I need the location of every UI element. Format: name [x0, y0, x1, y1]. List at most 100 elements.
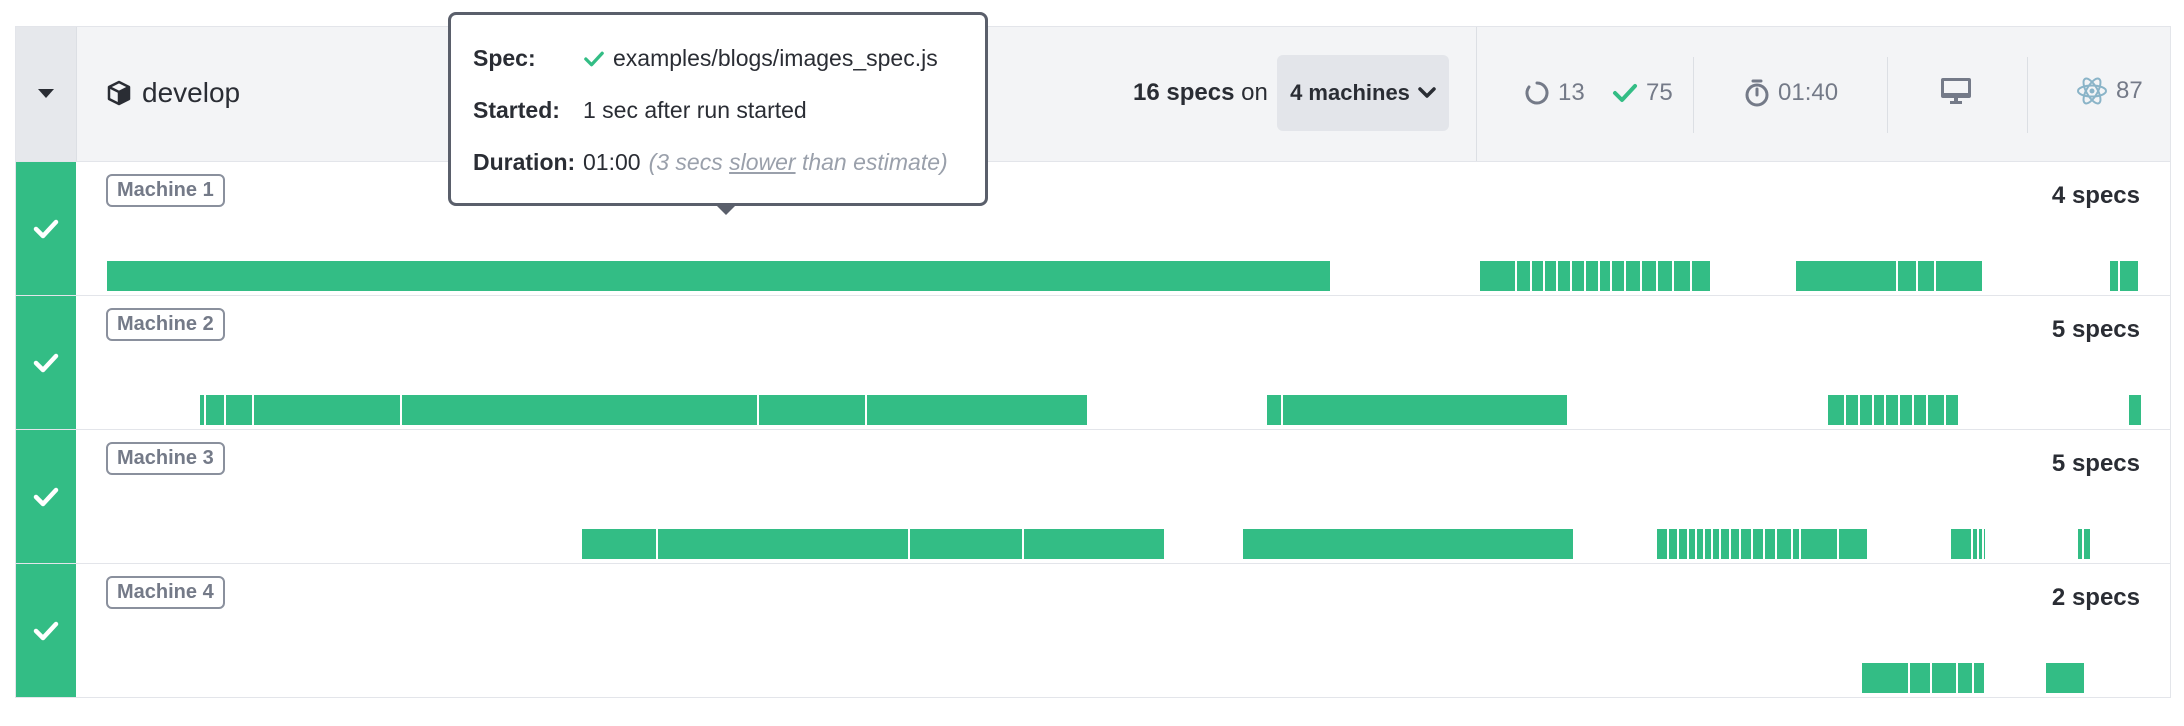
- spec-separator: [1530, 261, 1532, 291]
- spec-bar[interactable]: [1267, 395, 1567, 425]
- spec-separator: [1898, 395, 1900, 425]
- machine-status: [16, 564, 76, 697]
- spec-separator: [1656, 261, 1658, 291]
- collapse-toggle[interactable]: [16, 27, 77, 161]
- tooltip-duration-value: 01:00: [583, 149, 641, 175]
- spec-separator: [1598, 261, 1600, 291]
- spec-separator: [1703, 529, 1705, 559]
- spec-separator: [1844, 395, 1846, 425]
- machine-row-1: Machine 1 4 specs: [16, 162, 2170, 296]
- browser-stat[interactable]: 87: [2076, 75, 2143, 107]
- tooltip-started-value: 1 sec after run started: [583, 97, 807, 123]
- spec-separator: [1791, 529, 1793, 559]
- run-header: develop 16 specs on 4 machines 13 75 01:…: [16, 27, 2170, 162]
- spec-separator: [1977, 529, 1979, 559]
- spec-bar[interactable]: [1796, 261, 1982, 291]
- spec-bar[interactable]: [200, 395, 1087, 425]
- tooltip-spec-row: Spec: examples/blogs/images_spec.js: [473, 45, 938, 72]
- spec-tooltip: Spec: examples/blogs/images_spec.js Star…: [448, 12, 988, 215]
- spec-separator: [1677, 529, 1679, 559]
- stat-divider: [1693, 57, 1694, 133]
- spec-separator: [1570, 261, 1572, 291]
- spec-separator: [2118, 261, 2120, 291]
- spec-separator: [1695, 529, 1697, 559]
- check-icon: [33, 219, 59, 238]
- spec-separator: [1640, 261, 1642, 291]
- spec-separator: [1719, 529, 1721, 559]
- stat-divider: [1887, 57, 1888, 133]
- tooltip-duration-note: (3 secs slower than estimate): [649, 149, 948, 176]
- machine-spec-count: 4 specs: [2051, 182, 2140, 209]
- run-timeline-panel: develop 16 specs on 4 machines 13 75 01:…: [15, 26, 2171, 698]
- header-divider: [1476, 27, 1477, 161]
- spec-bar[interactable]: [1828, 395, 1958, 425]
- spec-separator: [1690, 261, 1692, 291]
- electron-count: 87: [2116, 77, 2143, 104]
- spec-separator: [1944, 395, 1946, 425]
- note-suffix: than estimate): [795, 149, 948, 175]
- machine-spec-count: 5 specs: [2051, 450, 2140, 477]
- machine-label: Machine 2: [106, 308, 225, 341]
- spec-bar[interactable]: [582, 529, 1164, 559]
- spec-bar[interactable]: [2129, 395, 2141, 425]
- machine-status: [16, 162, 76, 295]
- spec-separator: [1858, 395, 1860, 425]
- tooltip-started-key: Started:: [473, 97, 560, 123]
- stopwatch-icon: [1745, 79, 1769, 107]
- machine-label: Machine 3: [106, 442, 225, 475]
- spec-separator: [252, 395, 254, 425]
- pending-count: 13: [1558, 79, 1585, 106]
- spec-count-text: 16 specs: [1133, 79, 1235, 106]
- spec-separator: [656, 529, 658, 559]
- stat-divider: [2027, 57, 2028, 133]
- spec-separator: [1775, 529, 1777, 559]
- spec-separator: [1799, 529, 1801, 559]
- spec-summary: 16 specs on: [1133, 79, 1268, 107]
- spec-bar[interactable]: [1657, 529, 1867, 559]
- machine-row-2: Machine 2 5 specs: [16, 296, 2170, 430]
- spec-on-text: on: [1241, 79, 1268, 106]
- spec-separator: [1610, 261, 1612, 291]
- spec-bar[interactable]: [2078, 529, 2090, 559]
- spec-separator: [1971, 529, 1973, 559]
- machine-spec-count: 5 specs: [2051, 316, 2140, 343]
- machine-status: [16, 296, 76, 429]
- spec-separator: [1543, 261, 1545, 291]
- spec-bar[interactable]: [1480, 261, 1710, 291]
- spec-separator: [1711, 529, 1713, 559]
- spec-bar[interactable]: [2046, 663, 2084, 693]
- spec-separator: [1896, 261, 1898, 291]
- spec-separator: [1763, 529, 1765, 559]
- machine-status: [16, 430, 76, 563]
- spec-separator: [1908, 663, 1910, 693]
- check-icon: [33, 621, 59, 640]
- spec-separator: [1667, 529, 1669, 559]
- branch-label: develop: [142, 77, 241, 108]
- pending-icon: [1525, 81, 1549, 105]
- tooltip-duration-row: Duration: 01:00 (3 secs slower than esti…: [473, 149, 948, 176]
- branch-name[interactable]: develop: [106, 77, 240, 109]
- machine-row-3: Machine 3 5 specs: [16, 430, 2170, 564]
- tooltip-duration-key: Duration:: [473, 149, 576, 175]
- check-icon: [584, 51, 604, 66]
- machines-dropdown-button[interactable]: 4 machines: [1277, 55, 1449, 131]
- spec-separator: [1729, 529, 1731, 559]
- tooltip-spec-key: Spec:: [473, 45, 536, 71]
- spec-separator: [224, 395, 226, 425]
- spec-bar[interactable]: [1862, 663, 1984, 693]
- spec-separator: [400, 395, 402, 425]
- spec-separator: [1926, 395, 1928, 425]
- spec-bar[interactable]: [107, 261, 1330, 291]
- spec-separator: [1956, 663, 1958, 693]
- os-stat[interactable]: [1940, 77, 1972, 105]
- machine-row-4: Machine 4 2 specs: [16, 564, 2170, 697]
- spec-separator: [865, 395, 867, 425]
- spec-separator: [1515, 261, 1517, 291]
- machine-label: Machine 1: [106, 174, 225, 207]
- spec-separator: [757, 395, 759, 425]
- spec-bar[interactable]: [1951, 529, 1985, 559]
- spec-bar[interactable]: [1243, 529, 1573, 559]
- passed-stat: 75: [1612, 79, 1673, 107]
- spec-bar[interactable]: [2110, 261, 2138, 291]
- machines-label: 4 machines: [1290, 80, 1410, 105]
